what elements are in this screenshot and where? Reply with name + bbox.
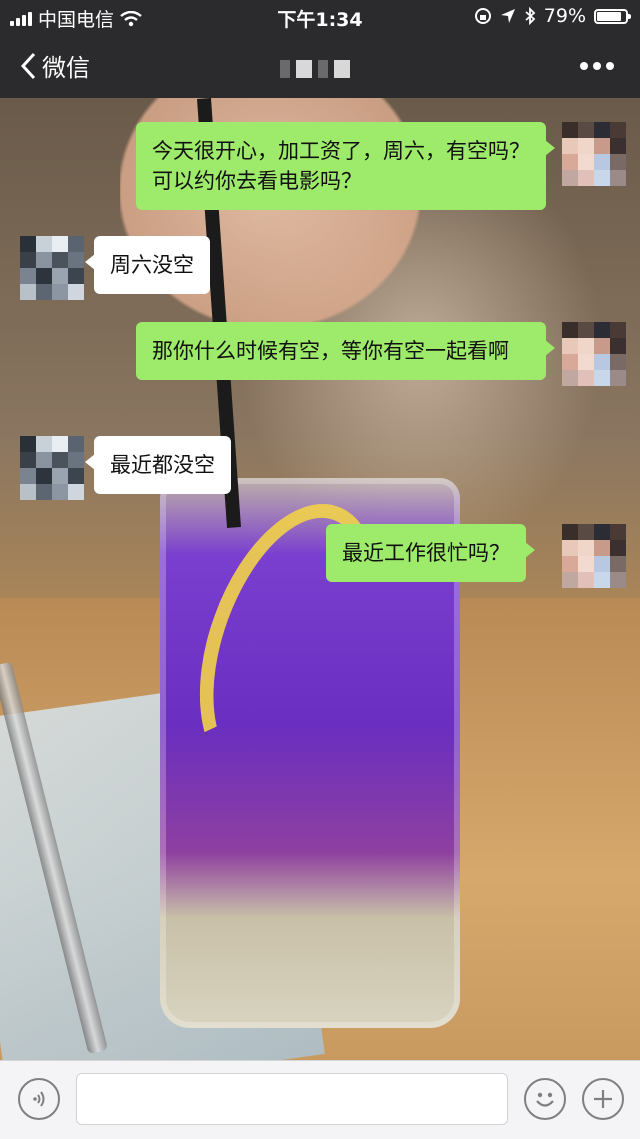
message-text: 今天很开心，加工资了，周六，有空吗？可以约你去看电影吗？ <box>152 139 530 193</box>
bluetooth-icon <box>525 7 536 25</box>
message-text: 最近都没空 <box>110 453 215 477</box>
chat-header: 微信 <box>0 34 640 98</box>
avatar[interactable] <box>562 122 626 186</box>
message-bubble-sent[interactable]: 最近工作很忙吗？ <box>326 524 535 582</box>
message-bubble-sent[interactable]: 今天很开心，加工资了，周六，有空吗？可以约你去看电影吗？ <box>136 122 555 210</box>
emoji-icon[interactable] <box>524 1078 566 1120</box>
avatar[interactable] <box>20 436 84 500</box>
message-input[interactable] <box>76 1073 508 1125</box>
back-button[interactable]: 微信 <box>20 48 90 83</box>
avatar[interactable] <box>20 236 84 300</box>
location-icon <box>500 9 515 23</box>
avatar[interactable] <box>562 322 626 386</box>
avatar[interactable] <box>562 524 626 588</box>
message-text: 最近工作很忙吗？ <box>342 541 510 565</box>
more-dots-icon[interactable] <box>580 62 614 70</box>
chat-title-redacted <box>280 60 350 78</box>
message-text: 那你什么时候有空，等你有空一起看啊 <box>152 339 509 363</box>
message-bubble-sent[interactable]: 那你什么时候有空，等你有空一起看啊 <box>136 322 555 380</box>
message-bubble-received[interactable]: 周六没空 <box>85 236 210 294</box>
lock-rotation-icon <box>474 8 491 24</box>
message-text: 周六没空 <box>110 253 194 277</box>
chevron-left-icon <box>20 52 36 79</box>
plus-icon[interactable] <box>582 1078 624 1120</box>
battery-icon <box>594 8 631 24</box>
status-bar: 中国电信 下午1:34 79% <box>0 0 640 34</box>
voice-icon[interactable] <box>18 1078 60 1120</box>
chat-area[interactable]: 今天很开心，加工资了，周六，有空吗？可以约你去看电影吗？ 周六没空 那你什么时候… <box>0 98 640 1060</box>
battery-percent: 79% <box>543 5 586 27</box>
message-bubble-received[interactable]: 最近都没空 <box>85 436 231 494</box>
input-bar <box>0 1060 640 1139</box>
back-label: 微信 <box>42 54 90 82</box>
